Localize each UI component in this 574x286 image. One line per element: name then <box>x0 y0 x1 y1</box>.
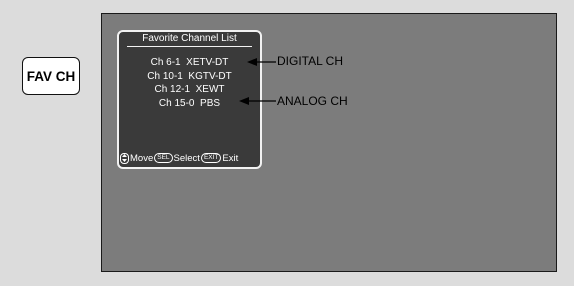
digital-ch-callout: DIGITAL CH <box>277 54 344 68</box>
callout-arrows <box>239 58 276 105</box>
digital-ch-arrow-icon <box>247 58 276 66</box>
analog-ch-arrow-icon <box>239 97 276 105</box>
analog-ch-callout: ANALOG CH <box>277 94 348 108</box>
